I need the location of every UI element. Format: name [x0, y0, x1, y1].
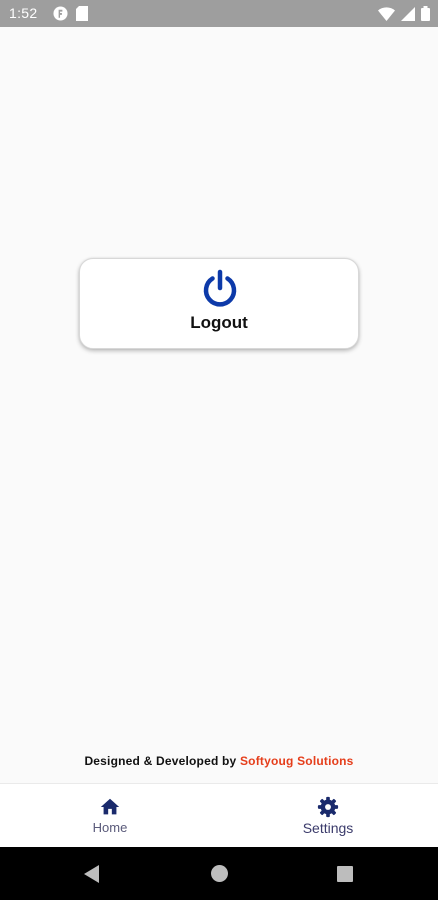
- power-icon: [203, 269, 237, 307]
- system-navigation-bar: [0, 847, 438, 900]
- sd-card-icon: [76, 6, 88, 21]
- gear-icon: [317, 796, 339, 818]
- nav-settings-label: Settings: [302, 820, 354, 836]
- back-icon[interactable]: [84, 865, 100, 883]
- recents-icon[interactable]: [337, 866, 353, 882]
- home-circle-icon[interactable]: [211, 865, 228, 882]
- wifi-icon: [378, 6, 395, 21]
- battery-icon: [421, 6, 430, 21]
- credit-prefix: Designed & Developed by: [84, 754, 237, 768]
- signal-icon: [401, 6, 415, 21]
- company-link[interactable]: Softyoug Solutions: [240, 754, 354, 768]
- nav-home-label: Home: [92, 820, 128, 835]
- app-notification-icon: [53, 6, 68, 21]
- status-time: 1:52: [9, 5, 38, 21]
- home-icon: [100, 798, 120, 815]
- logout-label: Logout: [190, 313, 248, 332]
- nav-settings[interactable]: Settings: [278, 784, 378, 848]
- logout-button[interactable]: Logout: [79, 258, 359, 349]
- bottom-navigation: Home Settings: [0, 783, 438, 848]
- nav-home[interactable]: Home: [60, 784, 160, 848]
- credit-text: Designed & Developed by Softyoug Solutio…: [0, 754, 438, 768]
- status-bar: 1:52: [0, 0, 438, 27]
